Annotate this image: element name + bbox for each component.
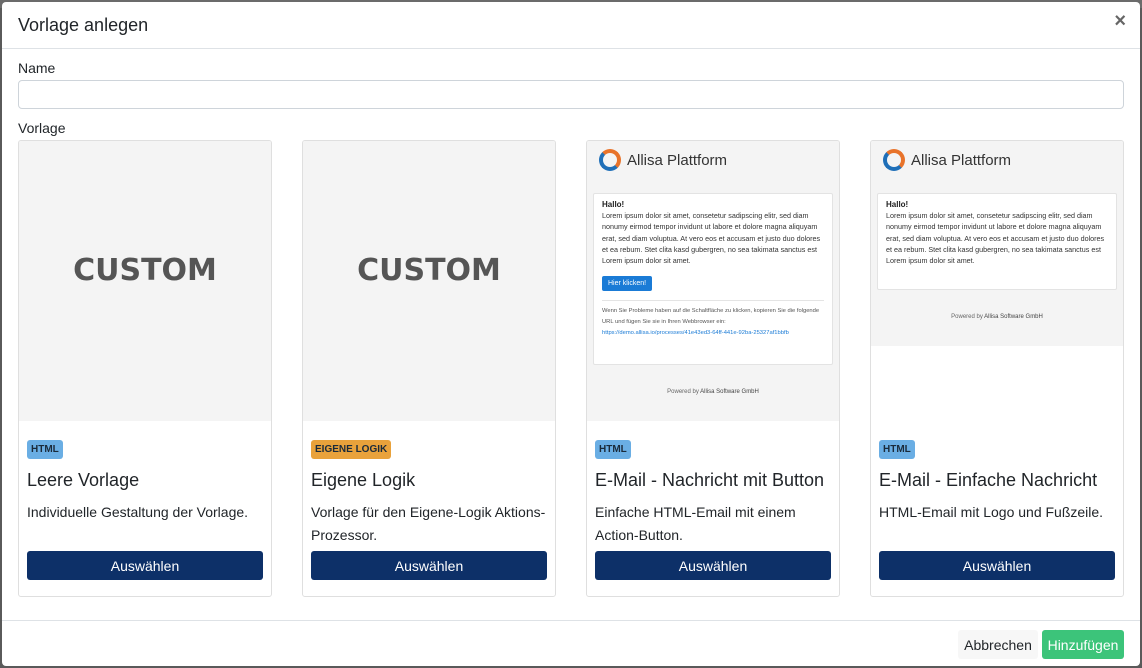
email-divider: Wenn Sie Probleme haben auf die Schaltfl… — [602, 300, 824, 339]
email-greeting: Hallo! — [602, 200, 625, 209]
select-button[interactable]: Auswählen — [595, 551, 831, 580]
allisa-logo: Allisa Plattform — [883, 149, 1011, 171]
type-badge: HTML — [595, 440, 631, 459]
email-body: Lorem ipsum dolor sit amet, consetetur s… — [886, 211, 1105, 266]
cancel-button[interactable]: Abbrechen — [958, 630, 1038, 659]
type-badge: HTML — [879, 440, 915, 459]
allisa-logo-icon — [599, 149, 621, 171]
select-button[interactable]: Auswählen — [311, 551, 547, 580]
card-title: E-Mail - Einfache Nachricht — [879, 470, 1098, 490]
template-card-blank[interactable]: CUSTOM HTML Leere Vorlage Individuelle G… — [18, 140, 272, 597]
powered-by: Powered by Allisa Software GmbH — [871, 314, 1123, 320]
type-badge: EIGENE LOGIK — [311, 440, 392, 459]
powered-prefix: Powered by — [951, 314, 983, 320]
card-title: E-Mail - Nachricht mit Button — [595, 470, 825, 490]
email-preview-box: Hallo! Lorem ipsum dolor sit amet, conse… — [877, 193, 1117, 290]
card-description: Einfache HTML-Email mit einem Action-But… — [595, 504, 796, 543]
email-preview-box: Hallo! Lorem ipsum dolor sit amet, conse… — [593, 193, 833, 365]
card-description: Individuelle Gestaltung der Vorlage. — [27, 504, 249, 520]
email-body: Lorem ipsum dolor sit amet, consetetur s… — [602, 211, 821, 266]
card-title: Eigene Logik — [311, 470, 416, 490]
template-preview: CUSTOM — [303, 141, 555, 421]
name-label: Name — [18, 60, 56, 76]
allisa-logo: Allisa Plattform — [599, 149, 727, 171]
email-greeting: Hallo! — [886, 200, 909, 209]
create-template-dialog: Vorlage anlegen × Name Vorlage CUSTOM HT… — [2, 2, 1140, 666]
email-action-button: Hier klicken! — [602, 276, 653, 292]
powered-prefix: Powered by — [667, 389, 699, 395]
template-preview: CUSTOM — [19, 141, 271, 421]
dialog-header: Vorlage anlegen × — [2, 2, 1140, 49]
template-label: Vorlage — [18, 120, 66, 136]
preview-custom-text: CUSTOM — [73, 253, 217, 288]
type-badge: HTML — [27, 440, 63, 459]
email-hint: Wenn Sie Probleme haben auf die Schaltfl… — [602, 308, 820, 326]
template-card-email-simple[interactable]: Allisa Plattform Hallo! Lorem ipsum dolo… — [870, 140, 1124, 597]
add-button[interactable]: Hinzufügen — [1042, 630, 1124, 659]
template-card-email-button[interactable]: Allisa Plattform Hallo! Lorem ipsum dolo… — [586, 140, 840, 597]
card-title: Leere Vorlage — [27, 470, 140, 490]
powered-company: Allisa Software GmbH — [984, 314, 1043, 320]
email-link: https://demo.allisa.io/processes/41e43ed… — [602, 330, 789, 337]
select-button[interactable]: Auswählen — [27, 551, 263, 580]
powered-company: Allisa Software GmbH — [700, 389, 759, 395]
logo-text: Allisa Plattform — [627, 151, 728, 169]
template-preview: Allisa Plattform Hallo! Lorem ipsum dolo… — [587, 141, 839, 421]
allisa-logo-icon — [883, 149, 905, 171]
select-button[interactable]: Auswählen — [879, 551, 1115, 580]
template-preview: Allisa Plattform Hallo! Lorem ipsum dolo… — [871, 141, 1123, 346]
preview-custom-text: CUSTOM — [357, 253, 501, 288]
powered-by: Powered by Allisa Software GmbH — [587, 389, 839, 395]
name-input[interactable] — [18, 80, 1124, 109]
logo-text: Allisa Plattform — [911, 151, 1012, 169]
dialog-title: Vorlage anlegen — [18, 15, 149, 35]
card-description: HTML-Email mit Logo und Fußzeile. — [879, 504, 1104, 520]
close-icon[interactable]: × — [1114, 11, 1126, 31]
card-description: Vorlage für den Eigene-Logik Aktions-Pro… — [311, 504, 546, 543]
template-card-custom-logic[interactable]: CUSTOM EIGENE LOGIK Eigene Logik Vorlage… — [302, 140, 556, 597]
